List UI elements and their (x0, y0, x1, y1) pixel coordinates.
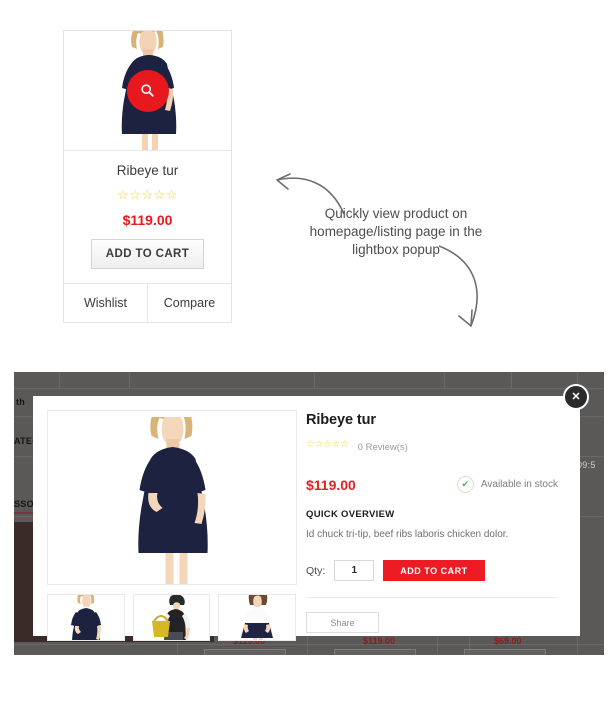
background-col-line (129, 372, 130, 388)
background-text-fragment: SSO (14, 499, 34, 509)
star-icon: ☆ (129, 187, 142, 202)
stock-status: ✔ Available in stock (456, 476, 558, 493)
check-icon: ✔ (456, 476, 474, 493)
lightbox-rating-stars[interactable]: ☆☆☆☆☆ (306, 435, 349, 451)
star-icon: ☆ (323, 439, 332, 450)
star-icon: ☆ (306, 439, 315, 450)
thumbnail-navy-dress-image (69, 595, 102, 640)
product-card: Ribeye tur ☆☆☆☆☆ $119.00 ADD TO CART Wis… (63, 30, 232, 323)
thumbnail-white-navy-dress[interactable] (218, 594, 297, 641)
star-icon: ☆ (331, 439, 341, 450)
annotation-arrow-bottom-right (438, 245, 478, 327)
background-price: $69.00 (494, 636, 522, 646)
quantity-label: Qty: (306, 564, 326, 577)
lightbox-gallery (33, 396, 304, 641)
background-cart-button (464, 649, 546, 655)
star-icon: ☆ (314, 439, 324, 450)
background-cart-button (334, 649, 416, 655)
product-card-footer: Wishlist Compare (64, 284, 231, 322)
lightbox-rating-row: ☆☆☆☆☆ 0 Review(s) (306, 435, 562, 460)
background-row-line (14, 388, 604, 389)
background-price: $119.00 (363, 636, 396, 646)
thumbnail-navy-dress[interactable] (47, 594, 125, 641)
quick-overview-text: Id chuck tri-tip, beef ribs laboris chic… (306, 529, 509, 540)
lightbox-add-to-cart-button[interactable]: ADD TO CART (383, 560, 485, 581)
star-icon: ☆ (153, 187, 166, 202)
compare-button[interactable]: Compare (147, 284, 231, 322)
quick-overview-heading: QUICK OVERVIEW (306, 509, 395, 520)
background-cart-button (204, 649, 286, 655)
thumbnail-yellow-bag-outfit[interactable] (132, 594, 211, 641)
product-card-rating[interactable]: ☆☆☆☆☆ (72, 187, 223, 203)
lightbox-price-row: $119.00 ✔ Available in stock (306, 476, 562, 493)
wishlist-button[interactable]: Wishlist (64, 284, 147, 322)
search-icon (141, 84, 154, 97)
star-icon: ☆ (340, 439, 349, 450)
lightbox-reviews-link[interactable]: 0 Review(s) (358, 442, 408, 453)
lightbox-price: $119.00 (306, 476, 356, 493)
lightbox-main-image[interactable] (47, 410, 297, 585)
share-button[interactable]: Share (306, 612, 379, 633)
background-text-fragment: th (16, 397, 26, 407)
lightbox-details: Ribeye tur ☆☆☆☆☆ 0 Review(s) $119.00 ✔ A… (304, 396, 580, 636)
close-icon[interactable]: ✕ (563, 384, 589, 410)
product-card-title[interactable]: Ribeye tur (72, 163, 223, 178)
background-col-line (511, 372, 512, 388)
background-col-line (59, 372, 60, 388)
product-image-navy-dress-large (120, 417, 224, 584)
thumbnail-white-navy-dress-image (239, 595, 276, 640)
lightbox-product-title: Ribeye tur (306, 412, 376, 428)
lightbox-scene: th ATEG SSO 09:5 $119.00 $119.00 $69.00 … (14, 372, 604, 655)
add-to-cart-button[interactable]: ADD TO CART (91, 239, 204, 269)
quick-view-lightbox: ✕ Ribeye tur ☆☆☆☆☆ 0 Review(s) $119.00 ✔… (33, 384, 589, 641)
quantity-and-cart-row: Qty: ADD TO CART (306, 560, 562, 581)
star-icon: ☆ (141, 187, 154, 202)
product-card-price: $119.00 (122, 212, 173, 228)
quantity-input[interactable] (334, 560, 375, 581)
quick-view-button[interactable] (126, 69, 169, 112)
thumbnail-yellow-bag-image (148, 595, 195, 640)
background-col-line (444, 372, 445, 388)
product-card-body: Ribeye tur ☆☆☆☆☆ $119.00 ADD TO CART (64, 151, 231, 284)
lightbox-thumbnail-strip (47, 594, 297, 641)
star-icon: ☆ (117, 187, 130, 202)
star-icon: ☆ (165, 187, 178, 202)
divider (306, 597, 558, 598)
background-col-line (314, 372, 315, 388)
product-card-image[interactable] (64, 31, 231, 151)
stock-status-label: Available in stock (480, 479, 558, 490)
